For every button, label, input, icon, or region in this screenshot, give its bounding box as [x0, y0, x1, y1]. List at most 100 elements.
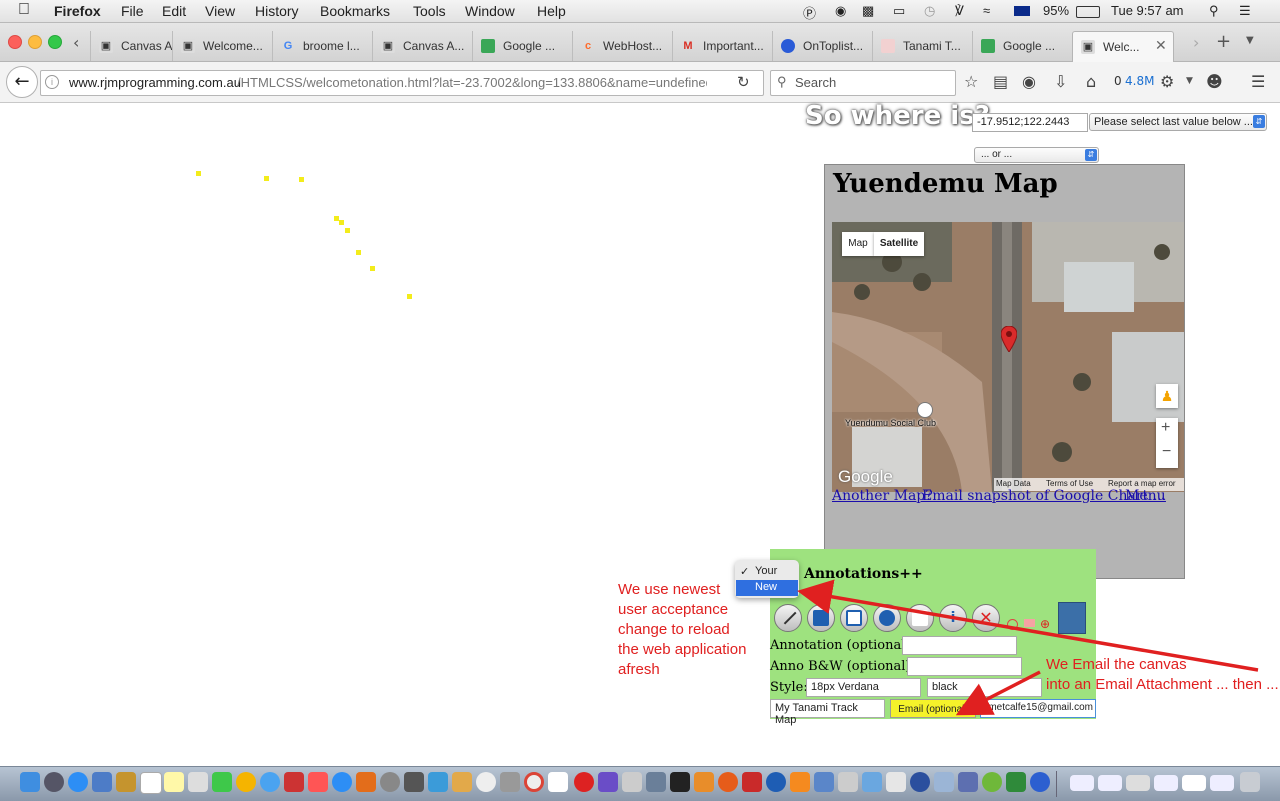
php-icon[interactable]: [958, 772, 978, 792]
vlc-icon[interactable]: [790, 772, 810, 792]
xcode-icon[interactable]: [428, 772, 448, 792]
reading-list-icon[interactable]: ▤: [993, 72, 1008, 91]
chat-icon[interactable]: ☻: [1206, 72, 1223, 91]
dropdown-option-your[interactable]: Your: [755, 565, 777, 577]
map-type-map-button[interactable]: Map: [842, 232, 874, 256]
tab-ontoplist[interactable]: OnToplist...: [772, 31, 873, 61]
photo-booth-icon[interactable]: [284, 772, 304, 792]
bbedit-status-icon[interactable]: Ⓟ: [803, 3, 816, 22]
launchpad-icon[interactable]: [44, 772, 64, 792]
close-window-icon[interactable]: [8, 35, 22, 49]
style-font-input[interactable]: 18px Verdana: [806, 678, 921, 697]
notes-icon[interactable]: [164, 772, 184, 792]
messages-icon[interactable]: [212, 772, 232, 792]
last-value-select[interactable]: Please select last value below ... ⇵: [1089, 113, 1267, 131]
minimized-window-icon[interactable]: [1210, 775, 1234, 791]
minimized-window-icon[interactable]: [1070, 775, 1094, 791]
terminal-icon[interactable]: [670, 772, 690, 792]
photos-icon[interactable]: [236, 772, 256, 792]
imovie-icon[interactable]: [598, 772, 618, 792]
email-subject-input[interactable]: My Tanami Track Map: [770, 699, 885, 726]
preview-icon[interactable]: [622, 772, 642, 792]
minimize-window-icon[interactable]: [28, 35, 42, 49]
clock[interactable]: Tue 9:57 am: [1111, 3, 1184, 18]
minimized-window-icon[interactable]: [1182, 775, 1206, 791]
firefox-icon[interactable]: [718, 772, 738, 792]
another-map-link[interactable]: Another Map?: [832, 488, 933, 504]
new-tab-icon[interactable]: +: [1216, 31, 1231, 52]
tab-welcome[interactable]: ▣ Welcome...: [172, 31, 273, 61]
list-all-tabs-icon[interactable]: ▼: [1246, 35, 1254, 46]
close-tab-icon[interactable]: ✕: [1155, 37, 1167, 54]
ibooks-icon[interactable]: [356, 772, 376, 792]
app-icon[interactable]: [646, 772, 666, 792]
minimized-window-icon[interactable]: [1098, 775, 1122, 791]
wifi-icon[interactable]: ≈: [983, 3, 990, 18]
clear-tool-icon[interactable]: [906, 604, 934, 632]
reload-icon[interactable]: ↻: [737, 73, 750, 91]
system-preferences-icon[interactable]: [380, 772, 400, 792]
calendar-icon[interactable]: [140, 772, 162, 794]
itunes-icon[interactable]: [308, 772, 328, 792]
app-icon[interactable]: [694, 772, 714, 792]
facetime-icon[interactable]: [260, 772, 280, 792]
downloads-icon[interactable]: ⇩: [1054, 72, 1067, 91]
app-icon[interactable]: [452, 772, 472, 792]
home-icon[interactable]: ⌂: [1086, 72, 1096, 91]
site-info-icon[interactable]: i: [45, 75, 59, 89]
ellipse-tool-icon[interactable]: [873, 604, 901, 632]
bbedit-icon[interactable]: [910, 772, 930, 792]
annotation-input[interactable]: [902, 636, 1017, 655]
filled-rectangle-tool-icon[interactable]: [807, 604, 835, 632]
zoom-out-circle-icon[interactable]: [1007, 619, 1018, 630]
safari-icon[interactable]: [68, 772, 88, 792]
email-button[interactable]: Email (optional): [890, 699, 976, 718]
street-view-pegman-icon[interactable]: ♟: [1156, 384, 1178, 408]
filezilla-icon[interactable]: [742, 772, 762, 792]
map-type-satellite-button[interactable]: Satellite: [874, 232, 924, 256]
menu-file[interactable]: File: [121, 3, 144, 19]
minimized-window-icon[interactable]: [1126, 775, 1150, 791]
app-icon[interactable]: [862, 772, 882, 792]
time-machine-icon[interactable]: ◷: [924, 3, 935, 19]
finder-icon[interactable]: [20, 772, 40, 792]
tab-webhost[interactable]: c WebHost...: [572, 31, 673, 61]
tab-important[interactable]: M Important...: [672, 31, 773, 61]
spotlight-icon[interactable]: ⚲: [1209, 3, 1219, 19]
image-thumbnail-icon[interactable]: [1058, 602, 1086, 634]
trash-icon[interactable]: [1240, 772, 1260, 792]
chrome-icon[interactable]: [524, 772, 544, 792]
tab-google-maps-1[interactable]: Google ...: [472, 31, 573, 61]
tab-broome[interactable]: G broome l...: [272, 31, 373, 61]
menu-history[interactable]: History: [255, 3, 299, 19]
app-icon[interactable]: [886, 772, 906, 792]
email-address-input[interactable]: rmetcalfe15@gmail.com: [980, 699, 1096, 718]
tab-welc-active[interactable]: ▣ Welc... ✕: [1072, 31, 1174, 62]
bookmark-star-icon[interactable]: ☆: [964, 72, 978, 91]
reset-icon[interactable]: [1024, 619, 1035, 627]
app-icon[interactable]: [814, 772, 834, 792]
anno-bw-input[interactable]: [907, 657, 1022, 676]
or-select[interactable]: ... or ... ⇵: [974, 147, 1099, 163]
rectangle-tool-icon[interactable]: [840, 604, 868, 632]
style-color-input[interactable]: black: [927, 678, 1042, 697]
drawing-canvas[interactable]: [0, 102, 800, 542]
app-icon[interactable]: [982, 772, 1002, 792]
tab-tanami[interactable]: Tanami T...: [872, 31, 973, 61]
map-data-link[interactable]: Map Data: [996, 479, 1031, 488]
extension-icon[interactable]: ⚙: [1160, 72, 1174, 91]
zoom-window-icon[interactable]: [48, 35, 62, 49]
bluetooth-icon[interactable]: ℣: [955, 3, 964, 19]
pocket-icon[interactable]: ◉: [1022, 72, 1036, 91]
app-icon[interactable]: [1006, 772, 1026, 792]
text-tool-icon[interactable]: i: [939, 604, 967, 632]
menu-view[interactable]: View: [205, 3, 235, 19]
menu-help[interactable]: Help: [537, 3, 566, 19]
input-source-flag-icon[interactable]: [1014, 6, 1030, 16]
menu-window[interactable]: Window: [465, 3, 515, 19]
app-store-icon[interactable]: [332, 772, 352, 792]
pen-tool-icon[interactable]: [774, 604, 802, 632]
report-map-error-link[interactable]: Report a map error: [1108, 479, 1176, 488]
erase-tool-icon[interactable]: ✕: [972, 604, 1000, 632]
app-icon[interactable]: [404, 772, 424, 792]
